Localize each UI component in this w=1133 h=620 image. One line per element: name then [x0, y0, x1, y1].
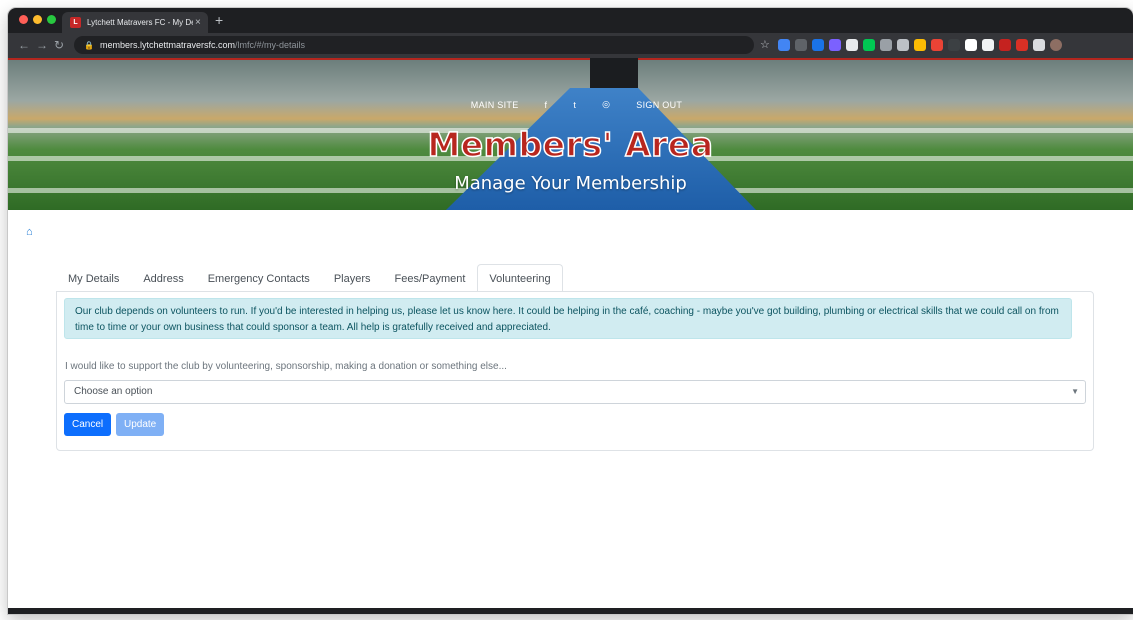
- twitter-icon[interactable]: t: [573, 100, 576, 110]
- minimize-window-button[interactable]: [33, 15, 42, 24]
- update-button[interactable]: Update: [116, 413, 165, 436]
- address-bar[interactable]: 🔒 members.lytchettmatraversfc.com /lmfc/…: [74, 36, 754, 54]
- club-favicon-icon: L: [70, 17, 81, 28]
- browser-tab-title: Lytchett Matravers FC - My De: [87, 18, 193, 27]
- tab-players[interactable]: Players: [322, 264, 383, 293]
- home-icon[interactable]: ⌂: [26, 226, 33, 238]
- browser-toolbar: ← → ↻ 🔒 members.lytchettmatraversfc.com …: [8, 33, 1133, 58]
- tab-emergency-contacts[interactable]: Emergency Contacts: [196, 264, 322, 293]
- extension-icon[interactable]: [999, 39, 1011, 51]
- puzzle-extensions-icon[interactable]: [1033, 39, 1045, 51]
- cancel-button[interactable]: Cancel: [64, 413, 112, 436]
- extension-icon[interactable]: [982, 39, 994, 51]
- tab-fees-payment[interactable]: Fees/Payment: [383, 264, 478, 293]
- tab-strip: L Lytchett Matravers FC - My De × +: [8, 8, 1133, 33]
- profile-tabs: My Details Address Emergency Contacts Pl…: [56, 264, 563, 293]
- tab-my-details[interactable]: My Details: [56, 264, 131, 293]
- tab-close-icon[interactable]: ×: [195, 17, 201, 28]
- hero-top-border: [8, 58, 1133, 60]
- browser-window: L Lytchett Matravers FC - My De × + ← → …: [8, 8, 1133, 614]
- page-title: Members' Area: [427, 124, 714, 165]
- top-navigation: MAIN SITE f t ◎ SIGN OUT: [8, 99, 1133, 110]
- volunteering-panel: Our club depends on volunteers to run. I…: [56, 291, 1094, 451]
- footer-bar: [8, 608, 1133, 614]
- forward-arrow-icon[interactable]: →: [36, 38, 48, 52]
- close-window-button[interactable]: [19, 15, 28, 24]
- browser-tab[interactable]: L Lytchett Matravers FC - My De ×: [62, 12, 208, 33]
- extension-icon[interactable]: [931, 39, 943, 51]
- extension-icon[interactable]: [812, 39, 824, 51]
- extension-icon[interactable]: [965, 39, 977, 51]
- reload-icon[interactable]: ↻: [54, 38, 64, 52]
- extension-icon[interactable]: [914, 39, 926, 51]
- instagram-icon[interactable]: ◎: [602, 99, 610, 110]
- tab-address[interactable]: Address: [131, 264, 195, 293]
- volunteering-question-label: I would like to support the club by volu…: [65, 361, 507, 372]
- tab-volunteering[interactable]: Volunteering: [477, 264, 563, 293]
- bookmark-star-icon[interactable]: ☆: [760, 38, 770, 51]
- url-path: /lmfc/#/my-details: [235, 40, 306, 50]
- volunteering-option-select[interactable]: Choose an option ▼: [64, 380, 1086, 404]
- extensions-bar: [778, 39, 1062, 51]
- back-arrow-icon[interactable]: ←: [18, 38, 30, 52]
- lock-icon: 🔒: [84, 40, 94, 50]
- extension-icon[interactable]: [795, 39, 807, 51]
- volunteering-info-alert: Our club depends on volunteers to run. I…: [64, 298, 1072, 339]
- profile-avatar[interactable]: [1050, 39, 1062, 51]
- new-tab-button[interactable]: +: [215, 12, 223, 28]
- select-value: Choose an option: [74, 386, 153, 397]
- extension-icon[interactable]: [948, 39, 960, 51]
- extension-icon[interactable]: [778, 39, 790, 51]
- page-subtitle: Manage Your Membership: [454, 173, 687, 194]
- main-site-link[interactable]: MAIN SITE: [471, 100, 519, 110]
- facebook-icon[interactable]: f: [545, 100, 548, 110]
- hero-banner: MAIN SITE f t ◎ SIGN OUT Members' Area M…: [8, 58, 1133, 210]
- sign-out-link[interactable]: SIGN OUT: [636, 100, 682, 110]
- extension-icon[interactable]: [846, 39, 858, 51]
- url-host: members.lytchettmatraversfc.com: [99, 40, 235, 50]
- extension-icon[interactable]: [1016, 39, 1028, 51]
- extension-icon[interactable]: [897, 39, 909, 51]
- extension-icon[interactable]: [829, 39, 841, 51]
- chevron-down-icon: ▼: [1071, 387, 1079, 396]
- extension-icon[interactable]: [880, 39, 892, 51]
- maximize-window-button[interactable]: [47, 15, 56, 24]
- extension-icon[interactable]: [863, 39, 875, 51]
